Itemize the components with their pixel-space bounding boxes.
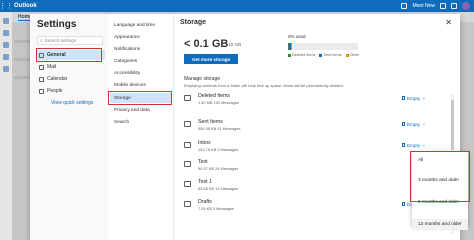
avatar[interactable] [462, 2, 470, 10]
category-calendar[interactable]: Calendar [37, 74, 105, 84]
people-rail-icon[interactable] [3, 42, 9, 48]
highlight-storage [108, 91, 172, 105]
mail-icon [39, 64, 44, 70]
general-submenu: Language and time Appearance Notificatio… [108, 14, 174, 240]
menu-mobile-devices[interactable]: Mobile devices [110, 80, 172, 90]
settings-title: Settings [37, 19, 77, 30]
scrollbar-thumb[interactable] [451, 100, 454, 150]
folder-name: Test [198, 159, 208, 165]
send-icon [184, 121, 191, 127]
notifications-icon[interactable] [440, 3, 446, 9]
legend-item: Sent Items [319, 53, 342, 57]
folder-icon [184, 161, 191, 167]
folder-meta: 153.75 KB 3 Messages [198, 147, 239, 152]
people-icon [39, 88, 44, 94]
drafts-icon [184, 201, 191, 207]
category-people[interactable]: People [37, 86, 105, 96]
get-more-storage-button[interactable]: Get more storage [184, 54, 238, 64]
dropdown-option[interactable]: 12 months and older [412, 219, 468, 230]
folder-meta: 454.58 KB 31 Messages [198, 126, 241, 131]
trash-small-icon [402, 202, 405, 206]
menu-categories[interactable]: Categories [110, 56, 172, 66]
folder-name: Sent Items [198, 119, 223, 125]
total-size: / 15 GB [226, 42, 242, 47]
legend-item: Deleted Items [288, 53, 315, 57]
empty-folder-button[interactable]: Empty ⌄ [402, 121, 426, 127]
manage-storage-heading: Manage storage [184, 76, 221, 82]
category-label: Mail [47, 64, 57, 70]
menu-appearance[interactable]: Appearance [110, 32, 172, 42]
category-label: Calendar [47, 76, 68, 82]
inbox-icon [184, 142, 191, 148]
folder-name: Inbox [198, 140, 211, 146]
storage-usage-bar [288, 43, 358, 50]
trash-icon [184, 95, 191, 101]
menu-privacy-data[interactable]: Privacy and data [110, 105, 172, 115]
folder-row: Deleted Items 1.40 MB 100 Messages Empty… [184, 92, 454, 108]
menu-notifications[interactable]: Notifications [110, 44, 172, 54]
storage-title: Storage [180, 19, 207, 26]
trash-small-icon [402, 143, 405, 147]
app-launcher-icon[interactable]: ⋮⋮ [0, 0, 13, 12]
view-quick-settings-link[interactable]: View quick settings [51, 100, 93, 106]
bg-folder-placeholder [14, 58, 30, 61]
bg-folder-placeholder [14, 40, 30, 43]
folder-meta: 63.58 KB 13 Messages [198, 186, 239, 191]
folder-name: Deleted Items [198, 93, 231, 99]
bg-folder-placeholder [14, 76, 30, 79]
category-label: People [47, 88, 63, 94]
close-icon[interactable]: ✕ [445, 18, 452, 27]
meet-now-icon[interactable] [401, 3, 408, 9]
trash-small-icon [402, 96, 405, 100]
usage-legend: Deleted Items Sent Items Other [288, 53, 359, 57]
search-settings-input[interactable]: ⌕ Search settings [37, 36, 103, 45]
todo-rail-icon[interactable] [3, 66, 9, 72]
used-size: < 0.1 GB [184, 38, 229, 50]
highlight-dropdown [410, 151, 470, 202]
search-icon: ⌕ [40, 38, 43, 43]
folder-name: Test 1 [198, 179, 212, 185]
folder-meta: 7.05 KB 3 Messages [198, 206, 234, 211]
menu-search[interactable]: Search [110, 117, 172, 127]
trash-small-icon [402, 122, 405, 126]
manage-storage-description: Emptying contents from a folder will hel… [184, 83, 344, 88]
search-placeholder: Search settings [44, 38, 77, 43]
app-title: Outlook [14, 3, 37, 9]
folder-name: Drafts [198, 199, 212, 205]
folder-icon [184, 181, 191, 187]
mail-rail-icon[interactable] [3, 18, 9, 24]
top-bar-actions: Meet Now [401, 0, 470, 12]
usage-segment-other [291, 43, 292, 50]
category-mail[interactable]: Mail [37, 62, 105, 72]
percent-used: 0% used [288, 34, 306, 39]
meet-now-label[interactable]: Meet Now [412, 3, 435, 9]
app-rail [0, 12, 12, 240]
menu-language-time[interactable]: Language and time [110, 20, 172, 30]
files-rail-icon[interactable] [3, 54, 9, 60]
calendar-rail-icon[interactable] [3, 30, 9, 36]
calendar-icon [39, 76, 44, 82]
highlight-general [36, 48, 102, 62]
folder-meta: 59.37 KB 24 Messages [198, 166, 239, 171]
folder-meta: 1.40 MB 100 Messages [198, 100, 239, 105]
settings-gear-icon[interactable] [451, 3, 457, 9]
folder-row: Sent Items 454.58 KB 31 Messages Empty ⌄ [184, 118, 454, 134]
empty-folder-button[interactable]: Empty ⌄ [402, 142, 426, 148]
menu-accessibility[interactable]: Accessibility [110, 68, 172, 78]
empty-folder-button[interactable]: Empty ⌄ [402, 95, 426, 101]
top-bar: ⋮⋮ Outlook Meet Now [0, 0, 474, 12]
legend-item: Other [345, 53, 359, 57]
